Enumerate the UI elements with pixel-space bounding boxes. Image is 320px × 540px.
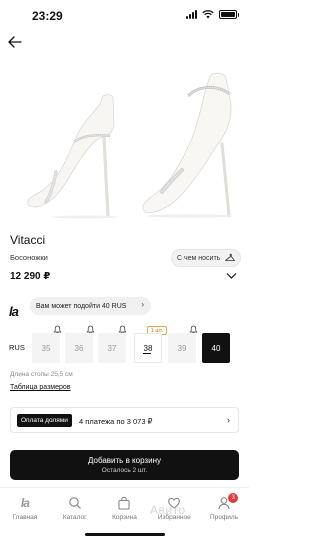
- add-to-cart-label: Добавить в корзину: [87, 456, 161, 465]
- size-38-marker: [143, 353, 151, 354]
- size-table-link[interactable]: Таблица размеров: [10, 384, 71, 391]
- style-chip-label: С чем носить: [177, 254, 221, 262]
- chevron-right-icon: ›: [227, 415, 230, 425]
- tab-label: Профиль: [210, 514, 239, 521]
- product-price: 12 290 ₽: [10, 271, 51, 282]
- tab-home[interactable]: la Главная: [0, 488, 50, 540]
- size-option-39[interactable]: 39: [168, 333, 196, 363]
- tab-profile[interactable]: Профиль 3: [199, 488, 249, 540]
- foot-length: Длина стопы 25,5 см: [10, 371, 73, 378]
- size-option-40[interactable]: 40: [202, 333, 230, 363]
- signal-icon: [186, 10, 197, 19]
- la-logo-icon: la: [18, 496, 32, 510]
- bag-icon: [118, 496, 131, 510]
- tab-label: Каталог: [62, 514, 87, 521]
- tab-label: Корзина: [112, 514, 137, 521]
- notification-badge: 3: [228, 493, 239, 503]
- add-to-cart-button[interactable]: Добавить в корзину Осталось 2 шт.: [10, 450, 239, 480]
- size-recommendation-text: Вам может подойти 40 RUS: [36, 302, 127, 310]
- status-icons: [186, 10, 239, 19]
- home-indicator: [85, 533, 165, 536]
- chevron-down-icon[interactable]: [226, 272, 237, 280]
- product-image-front: [142, 72, 234, 218]
- size-system-label: RUS: [9, 343, 25, 352]
- product-brand[interactable]: Vitacci: [10, 233, 45, 247]
- wifi-icon: [202, 10, 214, 19]
- installment-text: 4 платежа по 3 073 ₽: [79, 417, 153, 426]
- lamoda-logo: la: [9, 304, 19, 319]
- search-icon: [68, 497, 81, 509]
- back-button[interactable]: [6, 33, 24, 51]
- product-category: Босоножки: [10, 253, 48, 262]
- size-option-36[interactable]: 36: [65, 333, 93, 363]
- size-option-37[interactable]: 37: [98, 333, 126, 363]
- style-suggestion-chip[interactable]: С чем носить: [171, 249, 241, 267]
- chevron-right-icon: ›: [141, 300, 144, 309]
- stock-remaining: Осталось 2 шт.: [101, 467, 148, 474]
- status-time: 23:29: [32, 9, 63, 23]
- size-option-38[interactable]: 38: [134, 333, 162, 363]
- la-logo-text: la: [20, 496, 30, 510]
- hanger-icon: [225, 253, 235, 261]
- installment-badge: Оплата долями: [17, 414, 72, 427]
- watermark: Авито: [150, 503, 186, 517]
- size-recommendation-chip[interactable]: Вам может подойти 40 RUS ›: [30, 297, 151, 315]
- product-image-side: [27, 94, 118, 219]
- installment-banner[interactable]: Оплата долями 4 платежа по 3 073 ₽ ›: [10, 407, 239, 433]
- tab-label: Главная: [12, 514, 38, 521]
- battery-icon: [219, 10, 239, 19]
- product-gallery[interactable]: С чем носить: [0, 54, 249, 267]
- status-bar: 23:29: [0, 0, 249, 30]
- arrow-left-icon: [8, 36, 22, 48]
- size-option-35[interactable]: 35: [32, 333, 60, 363]
